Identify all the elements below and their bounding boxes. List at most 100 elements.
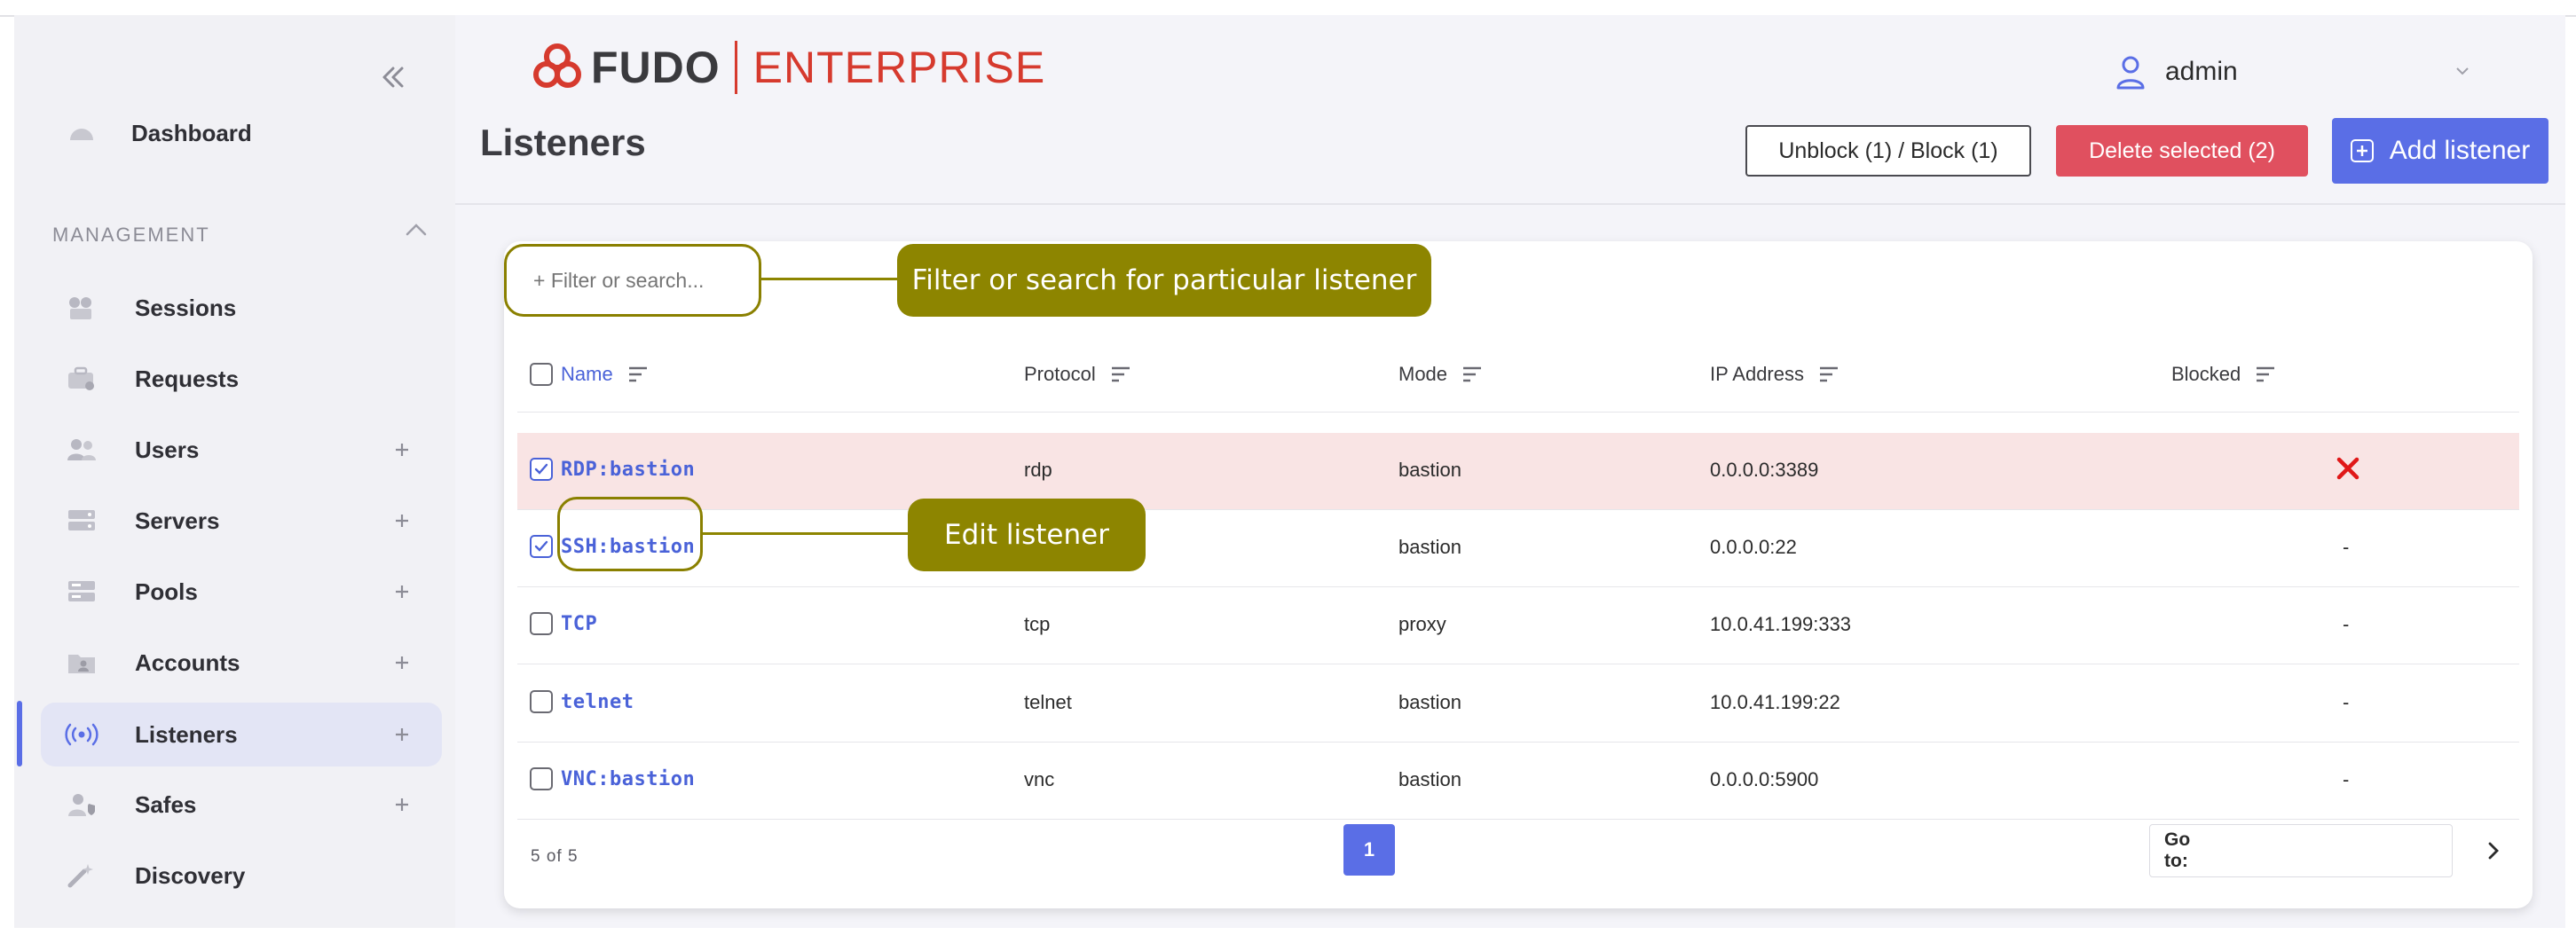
table-row: VNC:bastion vnc bastion 0.0.0.0:5900 - xyxy=(517,743,2519,820)
row-checkbox[interactable] xyxy=(530,690,553,713)
table-row: TCP tcp proxy 10.0.41.199:333 - xyxy=(517,587,2519,664)
cell-ip: 10.0.41.199:22 xyxy=(1710,691,1840,713)
header-divider xyxy=(455,203,2565,205)
add-pools-plus-icon[interactable] xyxy=(389,578,415,605)
collapse-sidebar-button[interactable] xyxy=(374,58,413,97)
cell-blocked: - xyxy=(2343,691,2350,713)
cell-protocol: vnc xyxy=(1024,768,1055,790)
column-header-mode[interactable]: Mode xyxy=(1398,363,1483,386)
callout-filter: Filter or search for particular listener xyxy=(897,244,1431,317)
column-header-protocol[interactable]: Protocol xyxy=(1024,363,1131,386)
table-row: SSH:bastion bastion 0.0.0.0:22- xyxy=(517,510,2519,587)
select-all-checkbox[interactable] xyxy=(530,363,553,386)
discovery-icon xyxy=(64,860,99,892)
column-header-name[interactable]: Name xyxy=(561,363,649,386)
sidebar-item-accounts[interactable]: Accounts xyxy=(41,631,442,695)
table-row: RDP:bastion rdp bastion 0.0.0.0:3389 xyxy=(517,433,2519,510)
add-users-plus-icon[interactable] xyxy=(389,436,415,463)
cell-mode: bastion xyxy=(1398,459,1461,481)
chevron-down-icon xyxy=(2456,67,2469,75)
check-icon xyxy=(534,540,548,552)
sidebar-item-safes[interactable]: Safes xyxy=(41,773,442,837)
row-checkbox[interactable] xyxy=(530,458,553,481)
add-servers-plus-icon[interactable] xyxy=(389,507,415,534)
double-chevron-left-icon xyxy=(382,67,404,88)
sidebar-item-label: Listeners xyxy=(135,720,238,748)
user-icon xyxy=(2116,56,2145,90)
sidebar-item-servers[interactable]: Servers xyxy=(41,489,442,553)
sidebar-item-discovery[interactable]: Discovery xyxy=(41,844,442,908)
goto-page-field[interactable]: Go to: xyxy=(2149,824,2453,877)
safes-icon xyxy=(64,789,99,821)
column-header-ip-address[interactable]: IP Address xyxy=(1710,363,1839,386)
sidebar-item-label: Safes xyxy=(135,790,197,818)
goto-page-input[interactable] xyxy=(2211,829,2452,873)
sidebar-item-requests[interactable]: Requests xyxy=(41,347,442,411)
add-listener-label: Add listener xyxy=(2389,136,2531,165)
fudo-logo: FUDO ENTERPRISE xyxy=(531,39,1045,96)
sidebar-item-users[interactable]: Users xyxy=(41,418,442,482)
cell-blocked: - xyxy=(2343,536,2350,558)
cell-mode: bastion xyxy=(1398,691,1461,713)
plus-box-icon xyxy=(2350,139,2374,162)
add-listener-button[interactable]: Add listener xyxy=(2332,118,2548,184)
sidebar: Dashboard Sessions Requests Users Servers Poo… xyxy=(14,15,455,928)
sort-icon[interactable] xyxy=(2255,365,2276,383)
cell-blocked: - xyxy=(2343,613,2350,635)
sidebar-item-pools[interactable]: Pools xyxy=(41,560,442,624)
users-icon xyxy=(64,434,99,466)
add-safes-plus-icon[interactable] xyxy=(389,791,415,818)
sidebar-item-sessions[interactable]: Sessions xyxy=(41,276,442,340)
listener-name-link[interactable]: RDP:bastion xyxy=(561,459,695,481)
dashboard-icon xyxy=(64,117,99,149)
row-checkbox[interactable] xyxy=(530,612,553,635)
cell-mode: bastion xyxy=(1398,768,1461,790)
cell-protocol: tcp xyxy=(1024,613,1051,635)
sidebar-item-label: Users xyxy=(135,436,200,463)
user-name: admin xyxy=(2165,57,2238,86)
sidebar-item-listeners[interactable]: Listeners xyxy=(41,703,442,766)
sidebar-section-title: MANAGEMENT xyxy=(52,224,210,246)
servers-icon xyxy=(64,505,99,537)
delete-selected-button[interactable]: Delete selected (2) xyxy=(2056,125,2308,177)
requests-icon xyxy=(64,363,99,395)
row-checkbox[interactable] xyxy=(530,767,553,790)
listener-name-link[interactable]: VNC:bastion xyxy=(561,768,695,790)
chevron-up-icon[interactable] xyxy=(405,221,428,239)
page-button-current[interactable]: 1 xyxy=(1343,824,1395,876)
accounts-icon xyxy=(64,647,99,679)
sort-icon[interactable] xyxy=(1461,365,1483,383)
column-header-blocked[interactable]: Blocked xyxy=(2171,363,2276,386)
goto-label: Go to: xyxy=(2164,829,2191,871)
next-page-button[interactable] xyxy=(2478,835,2509,867)
sidebar-item-label: Discovery xyxy=(135,861,246,889)
cell-mode: proxy xyxy=(1398,613,1446,635)
pager-count: 5 of 5 xyxy=(531,847,579,866)
filter-search-input[interactable] xyxy=(504,244,761,317)
cell-ip: 0.0.0.0:3389 xyxy=(1710,459,1819,481)
listener-name-link[interactable]: telnet xyxy=(561,691,634,713)
cell-ip: 0.0.0.0:22 xyxy=(1710,536,1797,558)
listeners-icon xyxy=(64,719,99,750)
sidebar-item-label: Accounts xyxy=(135,648,240,676)
edit-listener-highlight xyxy=(557,497,703,571)
user-menu[interactable]: admin xyxy=(2115,51,2488,93)
callout-connector-edit xyxy=(703,532,908,535)
add-listeners-plus-icon[interactable] xyxy=(389,721,415,748)
cell-mode: bastion xyxy=(1398,536,1461,558)
listener-name-link[interactable]: TCP xyxy=(561,613,597,635)
add-accounts-plus-icon[interactable] xyxy=(389,649,415,676)
sidebar-item-dashboard[interactable]: Dashboard xyxy=(41,101,442,165)
cell-blocked: - xyxy=(2343,768,2350,790)
sidebar-item-label: Servers xyxy=(135,507,220,534)
sidebar-item-label: Sessions xyxy=(135,294,237,321)
row-checkbox[interactable] xyxy=(530,535,553,558)
sort-icon[interactable] xyxy=(1110,365,1131,383)
unblock-block-button[interactable]: Unblock (1) / Block (1) xyxy=(1745,125,2031,177)
cell-protocol: telnet xyxy=(1024,691,1072,713)
sidebar-item-label: Requests xyxy=(135,365,240,392)
check-icon xyxy=(534,463,548,475)
active-indicator xyxy=(17,701,22,766)
sort-icon[interactable] xyxy=(627,365,649,383)
sort-icon[interactable] xyxy=(1818,365,1839,383)
